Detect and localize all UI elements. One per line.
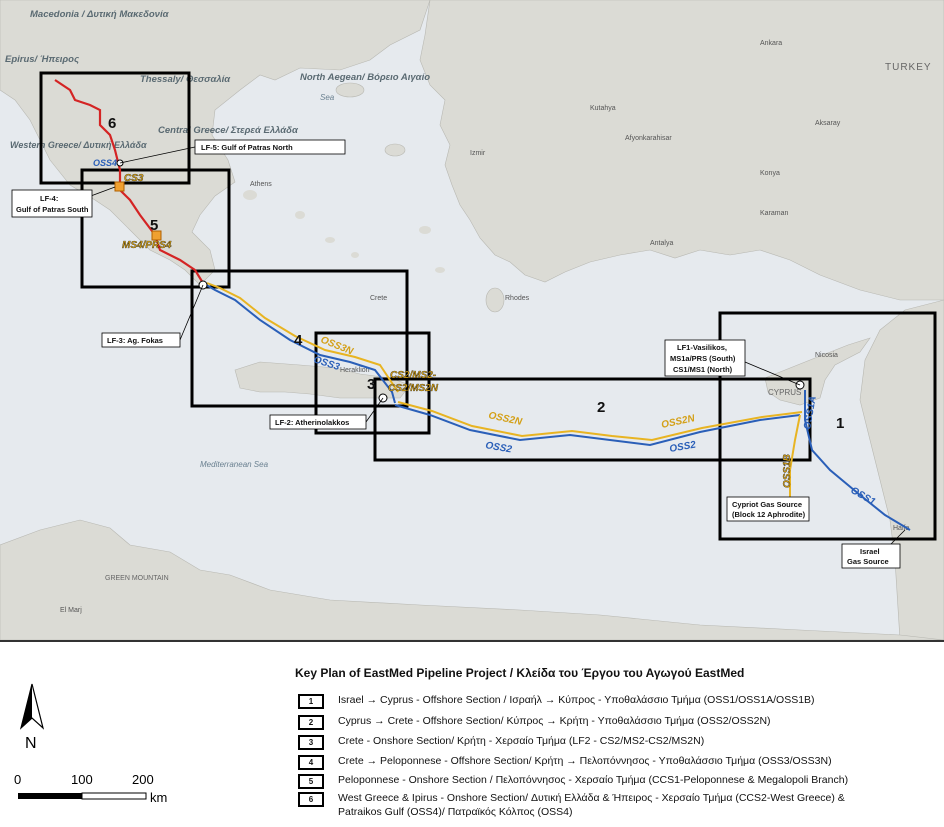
city-kutahya: Kutahya: [590, 105, 616, 112]
scale-tick-100: 100: [71, 772, 93, 787]
legend-item-6-cont: Patraikos Gulf (OSS4)/ Πατραϊκός Κόλπος …: [338, 806, 573, 820]
legend-text: Peloponnese - Onshore Section / Πελοπόνν…: [338, 774, 849, 786]
legend-text: Crete - Onshore Section/ Κρήτη - Χερσαίο…: [338, 735, 705, 747]
city-nicosia: Nicosia: [815, 352, 838, 359]
label-cs2ms2n: CS2/MS2N: [388, 383, 439, 394]
city-antalya: Antalya: [650, 240, 673, 247]
callout-lf4-a: LF-4:: [40, 194, 58, 203]
section-num-2: 2: [597, 399, 605, 416]
legend-text: West Greece & Ipirus - Onshore Section/ …: [338, 792, 845, 804]
legend-box: 3: [298, 735, 324, 750]
legend-item-3: 3 Crete - Onshore Section/ Κρήτη - Χερσα…: [298, 735, 705, 750]
legend-text: Cyprus → Crete - Offshore Section/ Κύπρο…: [338, 715, 771, 727]
city-elmarj: El Marj: [60, 607, 82, 614]
callout-lf1-b: MS1a/PRS (South): [670, 354, 736, 363]
callout-lf5: LF-5: Gulf of Patras North: [201, 143, 293, 152]
legend-item-5: 5 Peloponnese - Onshore Section / Πελοπό…: [298, 774, 849, 789]
callout-cypriot-a: Cypriot Gas Source: [732, 500, 802, 509]
map: Macedonia / Δυτική Μακεδονία Epirus/ Ήπε…: [0, 0, 944, 640]
callout-lf2: LF-2: Atherinolakkos: [275, 418, 349, 427]
callout-israel-b: Gas Source: [847, 557, 889, 566]
legend-box: 2: [298, 715, 324, 730]
label-epirus: Epirus/ Ήπειρος: [5, 54, 80, 65]
section-num-4: 4: [294, 332, 303, 349]
label-thessaly: Thessaly/ Θεσσαλία: [140, 74, 231, 85]
label-central-greece: Central Greece/ Στερεά Ελλάδα: [158, 125, 299, 136]
north-arrow-label: N: [25, 735, 37, 752]
callout-lf3: LF-3: Ag. Fokas: [107, 336, 163, 345]
city-crete: Crete: [370, 295, 387, 302]
legend-box: 5: [298, 774, 324, 789]
section-num-3: 3: [367, 376, 375, 393]
section-num-6: 6: [108, 115, 116, 132]
city-heraklion: Heraklion: [340, 367, 370, 374]
city-ankara: Ankara: [760, 40, 782, 47]
label-western-greece: Western Greece/ Δυτική Ελλάδα: [10, 140, 147, 150]
label-turkey: TURKEY: [885, 62, 932, 73]
city-karaman: Karaman: [760, 210, 789, 217]
legend-text: Israel → Cyprus - Offshore Section / Ισρ…: [338, 694, 815, 706]
label-north-aegean: North Aegean/ Βόρειο Αιγαίο: [300, 72, 430, 83]
label-sea: Sea: [320, 93, 335, 102]
label-cs2ms2: CS2/MS2-: [390, 370, 437, 381]
north-arrow: N: [19, 683, 45, 752]
label-macedonia: Macedonia / Δυτική Μακεδονία: [30, 9, 170, 20]
callout-cypriot-b: (Block 12 Aphrodite): [732, 510, 806, 519]
section-num-1: 1: [836, 415, 844, 432]
legend-text: Patraikos Gulf (OSS4)/ Πατραϊκός Κόλπος …: [338, 806, 573, 818]
scale-tick-0: 0: [14, 772, 21, 787]
legend-box: 4: [298, 755, 324, 770]
label-ms4: MS4/PRS4: [122, 240, 172, 251]
legend-box: 1: [298, 694, 324, 709]
label-cs3: CS3: [124, 173, 144, 184]
legend-title: Key Plan of EastMed Pipeline Project / Κ…: [295, 666, 745, 680]
city-konya: Konya: [760, 170, 780, 177]
legend-item-6: 6 West Greece & Ipirus - Onshore Section…: [298, 792, 845, 807]
scale-bar: 0 100 200 km: [14, 772, 167, 805]
legend-text: Crete → Peloponnese - Offshore Section/ …: [338, 755, 832, 767]
callout-lf4-b: Gulf of Patras South: [16, 205, 89, 214]
legend-box: 6: [298, 792, 324, 807]
label-mediterranean: Mediterranean Sea: [200, 460, 269, 469]
city-rhodes: Rhodes: [505, 295, 530, 302]
label-cyprus: CYPRUS: [768, 388, 801, 397]
city-athens: Athens: [250, 181, 272, 188]
callout-lf1-c: CS1/MS1 (North): [673, 365, 733, 374]
section-num-5: 5: [150, 217, 158, 234]
label-oss4: OSS4: [93, 158, 117, 168]
city-aksaray: Aksaray: [815, 120, 841, 127]
city-afyon: Afyonkarahisar: [625, 135, 672, 142]
legend-item-1: 1 Israel → Cyprus - Offshore Section / Ι…: [298, 694, 815, 709]
legend-item-2: 2 Cyprus → Crete - Offshore Section/ Κύπ…: [298, 715, 771, 730]
scale-unit: km: [150, 790, 167, 805]
legend-item-4: 4 Crete → Peloponnese - Offshore Section…: [298, 755, 832, 770]
callout-lf1-a: LF1-Vasilikos,: [677, 343, 727, 352]
land-turkey: [419, 0, 944, 301]
label-oss1b: OSS1B: [782, 454, 793, 488]
cs3-marker: [114, 181, 125, 192]
city-izmir: Izmir: [470, 150, 486, 157]
label-green-mountain: GREEN MOUNTAIN: [105, 575, 169, 582]
callout-israel-a: Israel: [860, 547, 880, 556]
scale-tick-200: 200: [132, 772, 154, 787]
